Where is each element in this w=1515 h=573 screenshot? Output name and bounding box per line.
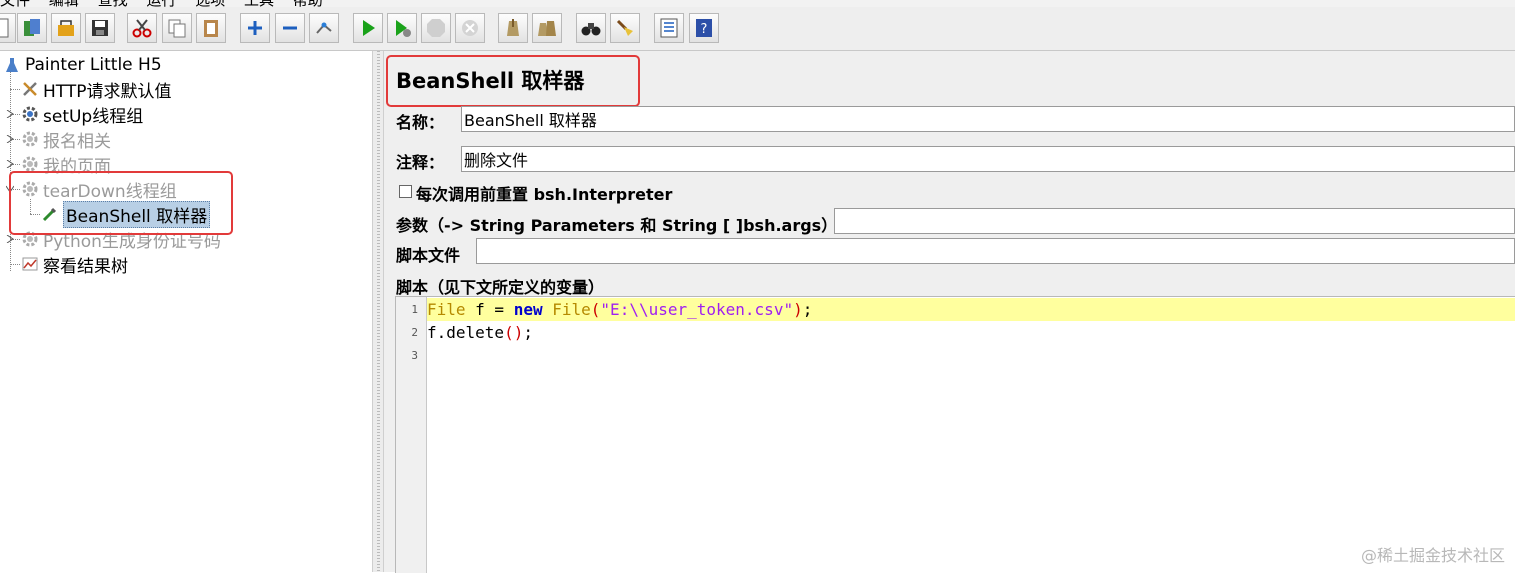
toggle-icon — [316, 22, 332, 34]
script-file-label: 脚本文件 — [396, 246, 461, 265]
toggle-button[interactable] — [309, 13, 339, 43]
reset-search-button[interactable] — [610, 13, 640, 43]
tree-item-signup[interactable]: 报名相关 — [21, 127, 111, 152]
start-icon — [363, 20, 375, 36]
new-icon — [0, 18, 9, 38]
templates-button[interactable] — [17, 13, 47, 43]
menu-edit[interactable]: 编辑 — [49, 0, 79, 7]
tree-item-label: 报名相关 — [43, 131, 111, 152]
copy-icon — [168, 19, 186, 38]
comment-label: 注释： — [396, 153, 445, 172]
annotation-highlight-box — [9, 171, 233, 235]
tree-item-label: HTTP请求默认值 — [43, 81, 172, 102]
collapse-icon — [283, 26, 297, 30]
test-plan-tree[interactable]: Painter Little H5 HTTP请求默认值 setUp线程组 报名相… — [0, 51, 372, 572]
line-number: 3 — [411, 349, 418, 362]
reset-search-icon — [616, 19, 633, 36]
splitter-grip — [377, 51, 380, 572]
tree-connector — [10, 264, 20, 265]
shutdown-button[interactable] — [455, 13, 485, 43]
menu-bar: 文件 编辑 查找 运行 选项 工具 帮助 — [0, 0, 1515, 7]
new-button[interactable] — [0, 13, 16, 43]
script-file-field[interactable] — [476, 238, 1515, 264]
name-field[interactable] — [461, 106, 1515, 132]
comment-field[interactable] — [461, 146, 1515, 172]
line-number: 2 — [411, 326, 418, 339]
search-icon — [581, 23, 601, 36]
parameters-label: 参数（-> String Parameters 和 String [ ]bsh.… — [396, 216, 838, 235]
menu-tools[interactable]: 工具 — [244, 0, 274, 7]
paste-icon — [204, 20, 218, 37]
script-label: 脚本（见下文所定义的变量） — [396, 278, 605, 297]
panel-splitter[interactable] — [372, 51, 384, 572]
reset-interpreter-checkbox[interactable] — [399, 185, 412, 198]
line-number-gutter: 1 2 3 — [396, 297, 427, 573]
save-icon — [92, 20, 108, 36]
tree-item-label: 察看结果树 — [43, 256, 128, 277]
svg-text:?: ? — [701, 22, 708, 37]
cut-icon — [132, 19, 152, 38]
code-line-2[interactable]: f.delete(); — [427, 321, 533, 344]
search-button[interactable] — [576, 13, 606, 43]
menu-options[interactable]: 选项 — [195, 0, 225, 7]
stop-button[interactable] — [421, 13, 451, 43]
shutdown-icon — [462, 20, 478, 36]
config-wrench-icon — [21, 80, 39, 98]
clear-all-icon — [538, 21, 556, 36]
cut-button[interactable] — [127, 13, 157, 43]
paste-button[interactable] — [196, 13, 226, 43]
start-button[interactable] — [353, 13, 383, 43]
menu-file[interactable]: 文件 — [0, 0, 30, 7]
expand-icon — [248, 21, 262, 35]
toolbar: ? — [0, 7, 1515, 51]
collapse-button[interactable] — [275, 13, 305, 43]
open-button[interactable] — [51, 13, 81, 43]
script-editor[interactable]: 1 2 3 File f = new File("E:\\user_token.… — [395, 296, 1515, 573]
expand-handle-icon[interactable] — [6, 110, 14, 118]
function-helper-icon — [660, 18, 678, 38]
code-line-1[interactable]: File f = new File("E:\\user_token.csv"); — [427, 298, 1515, 321]
clear-all-button[interactable] — [532, 13, 562, 43]
listener-graph-icon — [21, 255, 39, 273]
tree-item-setup-thread-group[interactable]: setUp线程组 — [21, 102, 144, 127]
clear-icon — [507, 19, 519, 36]
stop-icon — [427, 19, 445, 37]
templates-icon — [24, 19, 40, 36]
test-plan-flask-icon — [3, 56, 21, 74]
tree-root-test-plan[interactable]: Painter Little H5 — [3, 53, 162, 77]
function-helper-button[interactable] — [654, 13, 684, 43]
expand-handle-icon[interactable] — [6, 160, 14, 168]
help-icon: ? — [696, 19, 712, 37]
expand-handle-icon[interactable] — [6, 135, 14, 143]
help-button[interactable]: ? — [689, 13, 719, 43]
thread-group-gear-icon — [21, 105, 39, 123]
sampler-config-panel: BeanShell 取样器 名称： 注释： 每次调用前重置 bsh.Interp… — [384, 51, 1515, 573]
expand-button[interactable] — [240, 13, 270, 43]
tree-item-view-results-tree[interactable]: 察看结果树 — [21, 252, 128, 277]
open-icon — [58, 20, 74, 36]
start-no-pause-icon — [396, 20, 411, 37]
parameters-field[interactable] — [834, 208, 1515, 234]
tree-connector — [10, 89, 20, 90]
line-number: 1 — [411, 303, 418, 316]
watermark: @稀土掘金技术社区 — [1360, 546, 1505, 565]
name-label: 名称： — [396, 113, 445, 132]
annotation-highlight-box — [386, 55, 640, 107]
copy-button[interactable] — [162, 13, 192, 43]
tree-item-label: setUp线程组 — [43, 106, 144, 127]
tree-item-label: Painter Little H5 — [25, 55, 162, 75]
menu-help[interactable]: 帮助 — [293, 0, 323, 7]
menu-run[interactable]: 运行 — [146, 0, 176, 7]
clear-button[interactable] — [498, 13, 528, 43]
tree-item-http-defaults[interactable]: HTTP请求默认值 — [21, 77, 172, 102]
expand-handle-icon[interactable] — [6, 235, 14, 243]
start-no-pause-button[interactable] — [387, 13, 417, 43]
reset-interpreter-label: 每次调用前重置 bsh.Interpreter — [416, 185, 673, 204]
save-button[interactable] — [85, 13, 115, 43]
menu-search[interactable]: 查找 — [98, 0, 128, 7]
thread-group-gear-icon — [21, 130, 39, 148]
